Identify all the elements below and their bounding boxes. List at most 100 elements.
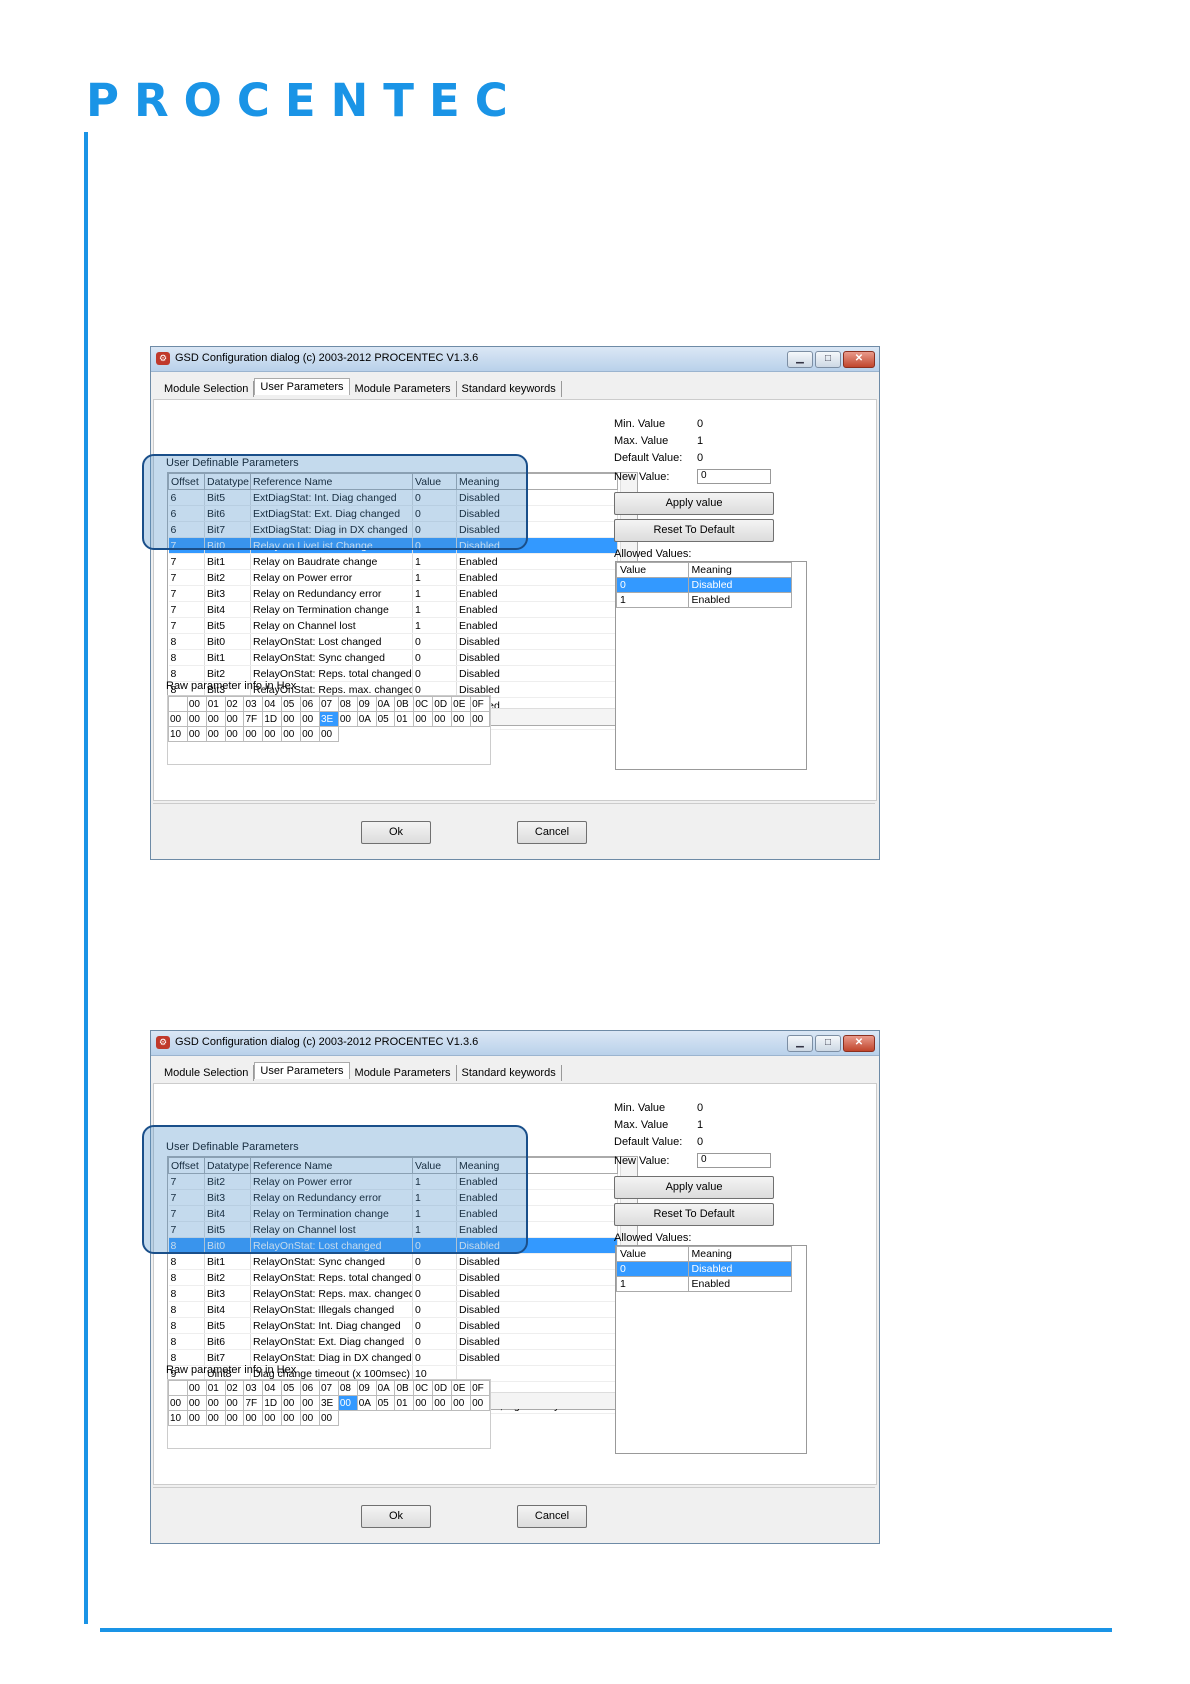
- table-row[interactable]: 6 Bit5 ExtDiagStat: Int. Diag changed 0 Disa…: [168, 489, 618, 506]
- hex-byte-cell[interactable]: 00: [262, 726, 283, 742]
- hex-byte-cell[interactable]: 00: [205, 711, 226, 727]
- column-header[interactable]: Meaning: [456, 1157, 618, 1174]
- hex-byte-cell[interactable]: 00: [224, 1395, 245, 1411]
- hex-byte-cell[interactable]: 00: [281, 1410, 302, 1426]
- apply-value-button[interactable]: Apply value: [614, 1176, 774, 1199]
- hex-byte-cell[interactable]: 0A: [356, 711, 377, 727]
- column-header[interactable]: Value: [412, 1157, 457, 1174]
- hex-byte-cell[interactable]: 00: [413, 711, 434, 727]
- hex-byte-cell[interactable]: 00: [224, 1410, 245, 1426]
- hex-byte-cell[interactable]: 00: [432, 1395, 453, 1411]
- hex-byte-cell[interactable]: 00: [186, 726, 207, 742]
- hex-byte-cell[interactable]: 00: [337, 711, 358, 727]
- apply-value-button[interactable]: Apply value: [614, 492, 774, 515]
- hex-byte-cell[interactable]: 00: [300, 1395, 320, 1411]
- table-row[interactable]: 7 Bit1 Relay on Baudrate change 1 Enabled: [168, 553, 618, 570]
- hex-byte-cell[interactable]: 00: [451, 1395, 472, 1411]
- hex-byte-cell[interactable]: 00: [451, 711, 472, 727]
- table-row[interactable]: 7 Bit4 Relay on Termination change 1 Enabled: [168, 601, 618, 618]
- list-item[interactable]: 0 Disabled: [616, 577, 793, 593]
- column-header[interactable]: Meaning: [687, 1246, 793, 1262]
- hex-byte-cell[interactable]: 7F: [243, 711, 264, 727]
- table-row[interactable]: 7 Bit5 Relay on Channel lost 1 Enabled: [168, 1221, 618, 1238]
- hex-byte-cell[interactable]: 00: [205, 1410, 226, 1426]
- hex-byte-cell[interactable]: 05: [375, 711, 396, 727]
- hex-byte-cell[interactable]: 00: [186, 1395, 207, 1411]
- list-item[interactable]: 1 Enabled: [616, 592, 793, 608]
- column-header[interactable]: Value: [616, 562, 689, 578]
- table-row[interactable]: 8 Bit1 RelayOnStat: Sync changed 0 Disabled: [168, 649, 618, 666]
- table-row[interactable]: 7 Bit4 Relay on Termination change 1 Enabled: [168, 1205, 618, 1222]
- hex-byte-cell[interactable]: 00: [262, 1410, 283, 1426]
- hex-byte-cell[interactable]: 01: [394, 711, 415, 727]
- table-row[interactable]: 6 Bit7 ExtDiagStat: Diag in DX changed 0 Dis…: [168, 521, 618, 538]
- hex-byte-cell[interactable]: 00: [224, 726, 245, 742]
- column-header[interactable]: Reference Name: [250, 473, 413, 490]
- minimize-button[interactable]: ▁: [787, 351, 813, 368]
- column-header[interactable]: Offset: [168, 473, 205, 490]
- table-row[interactable]: 7 Bit3 Relay on Redundancy error 1 Enabled: [168, 1189, 618, 1206]
- table-row[interactable]: 8Bit5RelayOnStat: Int. Diag changed0Disa…: [168, 1317, 618, 1334]
- new-value-input[interactable]: 0: [697, 1153, 771, 1168]
- new-value-input[interactable]: 0: [697, 469, 771, 484]
- hex-byte-cell[interactable]: 00: [281, 1395, 302, 1411]
- tab-user-parameters[interactable]: User Parameters: [254, 378, 350, 395]
- tab-module-selection[interactable]: Module Selection: [159, 381, 255, 397]
- hex-byte-cell[interactable]: 01: [394, 1395, 415, 1411]
- tab-standard-keywords[interactable]: Standard keywords: [457, 1065, 562, 1081]
- hex-byte-cell[interactable]: 00: [413, 1395, 434, 1411]
- column-header[interactable]: Reference Name: [250, 1157, 413, 1174]
- hex-byte-cell[interactable]: 00: [300, 711, 320, 727]
- hex-byte-cell[interactable]: 7F: [243, 1395, 264, 1411]
- tab-module-parameters[interactable]: Module Parameters: [350, 381, 457, 397]
- tab-user-parameters[interactable]: User Parameters: [254, 1062, 350, 1079]
- cancel-button[interactable]: Cancel: [517, 821, 587, 844]
- table-row[interactable]: 7 Bit3 Relay on Redundancy error 1 Enabled: [168, 585, 618, 602]
- column-header[interactable]: Datatype: [204, 1157, 251, 1174]
- hex-byte-cell[interactable]: 3E: [318, 1395, 339, 1411]
- hex-byte-cell[interactable]: 00: [186, 711, 207, 727]
- maximize-button[interactable]: □: [815, 351, 841, 368]
- hex-byte-cell[interactable]: 00: [281, 711, 302, 727]
- table-row[interactable]: 6 Bit6 ExtDiagStat: Ext. Diag changed 0 Disa…: [168, 505, 618, 522]
- list-item[interactable]: 0 Disabled: [616, 1261, 793, 1277]
- reset-to-default-button[interactable]: Reset To Default: [614, 1203, 774, 1226]
- table-row[interactable]: 7 Bit0 Relay on LiveList Change 0 Disabled: [168, 537, 618, 554]
- ok-button[interactable]: Ok: [361, 821, 431, 844]
- hex-byte-cell[interactable]: 0A: [356, 1395, 377, 1411]
- cancel-button[interactable]: Cancel: [517, 1505, 587, 1528]
- table-row[interactable]: 7 Bit5 Relay on Channel lost 1 Enabled: [168, 617, 618, 634]
- tab-module-selection[interactable]: Module Selection: [159, 1065, 255, 1081]
- hex-byte-cell[interactable]: 1D: [262, 1395, 283, 1411]
- column-header[interactable]: Value: [412, 473, 457, 490]
- table-row[interactable]: 8 Bit0 RelayOnStat: Lost changed 0 Disabled: [168, 633, 618, 650]
- tab-module-parameters[interactable]: Module Parameters: [350, 1065, 457, 1081]
- table-row[interactable]: 8 Bit2 RelayOnStat: Reps. total changed 0 Di…: [168, 1269, 618, 1286]
- hex-byte-cell[interactable]: 00: [470, 1395, 490, 1411]
- reset-to-default-button[interactable]: Reset To Default: [614, 519, 774, 542]
- minimize-button[interactable]: ▁: [787, 1035, 813, 1052]
- tab-standard-keywords[interactable]: Standard keywords: [457, 381, 562, 397]
- hex-byte-cell[interactable]: 00: [186, 1410, 207, 1426]
- hex-byte-cell[interactable]: 00: [337, 1395, 358, 1411]
- column-header[interactable]: Datatype: [204, 473, 251, 490]
- column-header[interactable]: Meaning: [687, 562, 793, 578]
- table-row[interactable]: 7 Bit2 Relay on Power error 1 Enabled: [168, 569, 618, 586]
- column-header[interactable]: Value: [616, 1246, 689, 1262]
- table-row[interactable]: 8 Bit0 RelayOnStat: Lost changed 0 Disabled: [168, 1237, 618, 1254]
- hex-byte-cell[interactable]: 05: [375, 1395, 396, 1411]
- hex-byte-cell[interactable]: 00: [470, 711, 490, 727]
- close-button[interactable]: ✕: [843, 1035, 875, 1052]
- column-header[interactable]: Offset: [168, 1157, 205, 1174]
- close-button[interactable]: ✕: [843, 351, 875, 368]
- hex-byte-cell[interactable]: 00: [281, 726, 302, 742]
- hex-byte-cell[interactable]: 00: [300, 1410, 320, 1426]
- hex-byte-cell[interactable]: 00: [205, 1395, 226, 1411]
- hex-byte-cell[interactable]: 00: [243, 1410, 264, 1426]
- hex-byte-cell[interactable]: 00: [300, 726, 320, 742]
- table-row[interactable]: 8 Bit1 RelayOnStat: Sync changed 0 Disabled: [168, 1253, 618, 1270]
- hex-byte-cell[interactable]: 00: [243, 726, 264, 742]
- table-row[interactable]: 7 Bit2 Relay on Power error 1 Enabled: [168, 1173, 618, 1190]
- hex-byte-cell[interactable]: 3E: [318, 711, 339, 727]
- maximize-button[interactable]: □: [815, 1035, 841, 1052]
